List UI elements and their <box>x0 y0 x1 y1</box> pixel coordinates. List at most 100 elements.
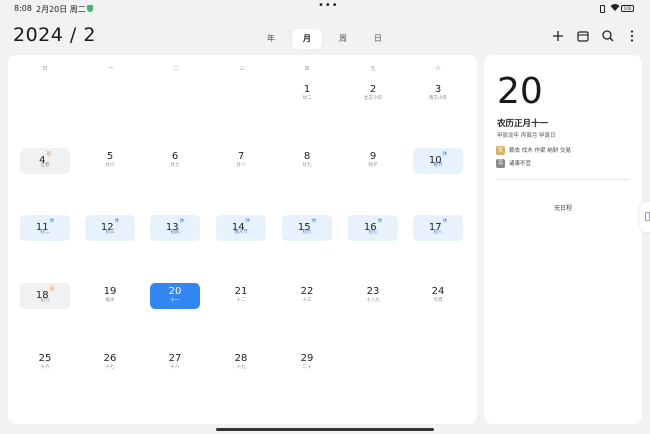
calendar-day[interactable]: 16休 初七 <box>348 215 398 241</box>
lunar-label: 廿六 <box>105 163 115 168</box>
lunar-label: 十七 <box>105 365 115 370</box>
lunar-label: 初八 <box>433 230 443 235</box>
calendar-day[interactable]: 8 廿九 <box>282 148 332 174</box>
calendar-day[interactable]: 17休 初八 <box>413 215 463 241</box>
calendar-day[interactable]: 22 十三 <box>282 283 332 309</box>
holiday-badge: 休 <box>442 152 448 157</box>
lunar-label: 北方小年 <box>364 96 382 101</box>
holiday-badge: 休 <box>114 219 120 224</box>
calendar-day[interactable]: 27 十八 <box>150 350 200 376</box>
lunar-date: 农历正月十一 <box>497 119 549 129</box>
day-number: 5 <box>106 151 114 162</box>
holiday-badge: 休 <box>442 219 448 224</box>
day-number: 2 <box>369 84 377 95</box>
almanac-yi-text: 裁衣 伐木 作梁 纳财 交易 <box>509 148 571 154</box>
more-vert-icon[interactable] <box>624 28 640 44</box>
day-number: 1 <box>303 84 311 95</box>
weekday-header: 三 <box>239 66 245 72</box>
calendar-day[interactable]: 10休 春节 <box>413 148 463 174</box>
calendar-day-today[interactable]: 20 十一 <box>150 283 200 309</box>
weekday-header: 二 <box>173 66 179 72</box>
month-title: 2024 / 2 <box>13 24 96 46</box>
lunar-label: 十六 <box>40 365 50 370</box>
lunar-label: 十八九 <box>366 298 380 303</box>
lunar-label: 南方小年 <box>429 96 447 101</box>
status-bar: 8:08 2月20日 周二 ••• 100 <box>0 0 650 18</box>
ganzhi-text: 甲辰龙年 丙寅月 甲寅日 <box>497 133 556 139</box>
calendar-day[interactable]: 14休 情人节 <box>216 215 266 241</box>
calendar-day[interactable]: 9 除夕 <box>348 148 398 174</box>
month-calendar-grid: 日 一 二 三 四 五 六 1 廿二 2 北方小年 3 南方小年 4班 立春 5 廿六 6 廿七 7 廿八… <box>8 55 477 424</box>
calendar-day[interactable]: 29 二十 <box>282 350 332 376</box>
day-number: 7 <box>237 151 245 162</box>
tab-week[interactable]: 周 <box>328 29 358 49</box>
lunar-label: 立春 <box>40 163 50 168</box>
day-detail-panel: 20 农历正月十一 甲辰龙年 丙寅月 甲寅日 宜裁衣 伐木 作梁 纳财 交易 忌… <box>484 55 642 424</box>
lunar-label: 除夕 <box>368 163 378 168</box>
calendar-day[interactable]: 4班 立春 <box>20 148 70 174</box>
holiday-badge: 休 <box>311 219 317 224</box>
battery-icon: 100 <box>621 5 634 12</box>
day-number: 26 <box>103 353 117 364</box>
calendar-day[interactable]: 21 十二 <box>216 283 266 309</box>
lunar-label: 春节 <box>433 163 443 168</box>
calendar-day[interactable]: 25 十六 <box>20 350 70 376</box>
day-number: 21 <box>234 286 248 297</box>
calendar-day[interactable]: 13休 初四 <box>150 215 200 241</box>
calendar-day[interactable]: 18班 初九 <box>20 283 70 309</box>
calendar-day[interactable]: 24 元宵 <box>413 283 463 309</box>
yi-badge: 宜 <box>496 146 505 155</box>
lunar-label: 廿七 <box>170 163 180 168</box>
calendar-day[interactable]: 15休 初六 <box>282 215 332 241</box>
lunar-label: 雨水 <box>105 298 115 303</box>
calendar-day[interactable]: 11休 初二 <box>20 215 70 241</box>
holiday-badge: 休 <box>377 219 383 224</box>
lunar-label: 初六 <box>302 230 312 235</box>
no-events-text: 无日程 <box>553 205 572 212</box>
tab-month[interactable]: 月 <box>292 29 322 49</box>
lunar-label: 情人节 <box>234 230 248 235</box>
weekday-header: 四 <box>304 66 310 72</box>
calendar-day[interactable]: 19 雨水 <box>85 283 135 309</box>
tab-day[interactable]: 日 <box>363 29 393 49</box>
multitask-dots-icon[interactable]: ••• <box>318 0 339 11</box>
holiday-badge: 休 <box>179 219 185 224</box>
calendar-day[interactable]: 7 廿八 <box>216 148 266 174</box>
calendar-day[interactable]: 12休 初三 <box>85 215 135 241</box>
weekday-header: 五 <box>370 66 376 72</box>
search-icon[interactable] <box>600 28 616 44</box>
lunar-label: 十九 <box>236 365 246 370</box>
ji-badge: 忌 <box>496 159 505 168</box>
calendar-day[interactable]: 6 廿七 <box>150 148 200 174</box>
add-icon[interactable] <box>550 28 566 44</box>
lunar-label: 十八 <box>170 365 180 370</box>
tab-year[interactable]: 年 <box>256 29 286 49</box>
workday-badge: 班 <box>49 287 55 292</box>
calendar-day[interactable]: 1 廿二 <box>282 81 332 107</box>
calendar-day[interactable]: 28 十九 <box>216 350 266 376</box>
lunar-label: 十三 <box>302 298 312 303</box>
holiday-badge: 休 <box>49 219 55 224</box>
lunar-label: 初九 <box>40 298 50 303</box>
day-number: 22 <box>300 286 314 297</box>
wifi-icon <box>610 3 620 14</box>
lunar-label: 元宵 <box>433 298 443 303</box>
lunar-label: 初二 <box>40 230 50 235</box>
lunar-label: 廿二 <box>302 96 312 101</box>
calendar-day[interactable]: 5 廿六 <box>85 148 135 174</box>
lunar-label: 廿九 <box>302 163 312 168</box>
security-shield-icon <box>87 5 93 12</box>
day-number: 28 <box>234 353 248 364</box>
day-number: 20 <box>168 286 182 297</box>
lunar-label: 初三 <box>105 230 115 235</box>
calendar-today-icon[interactable] <box>575 28 591 44</box>
lunar-label: 二十 <box>302 365 312 370</box>
home-indicator[interactable] <box>216 428 434 431</box>
calendar-day[interactable]: 23 十八九 <box>348 283 398 309</box>
side-drawer-handle[interactable] <box>640 202 650 232</box>
day-number: 23 <box>366 286 380 297</box>
calendar-day[interactable]: 26 十七 <box>85 350 135 376</box>
status-date: 2月20日 周二 <box>36 5 86 14</box>
calendar-day[interactable]: 2 北方小年 <box>348 81 398 107</box>
calendar-day[interactable]: 3 南方小年 <box>413 81 463 107</box>
